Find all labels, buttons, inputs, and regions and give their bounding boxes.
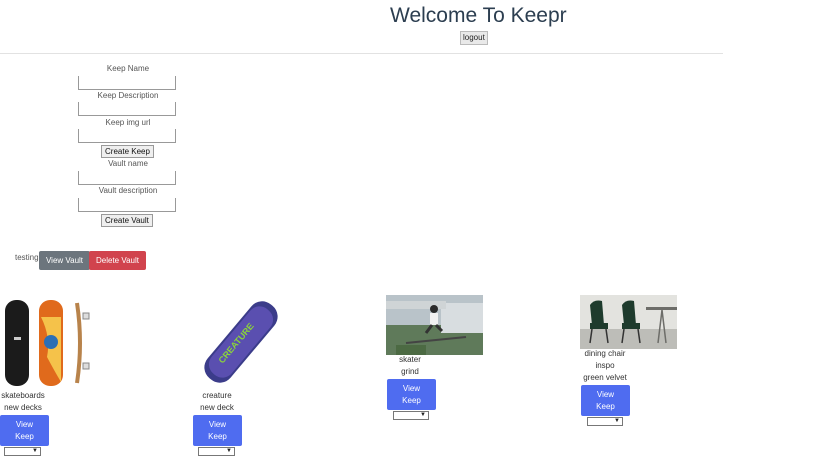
vault-description-label: Vault description bbox=[98, 186, 158, 195]
keep-name-input[interactable] bbox=[78, 76, 176, 90]
keep-description-input[interactable] bbox=[78, 102, 176, 116]
keep-description: grind bbox=[401, 367, 419, 376]
keep-name: creature bbox=[202, 391, 232, 400]
vault-select[interactable]: ▼ bbox=[393, 411, 429, 420]
caret-down-icon: ▼ bbox=[420, 412, 426, 418]
create-vault-button[interactable]: Create Vault bbox=[101, 214, 153, 227]
vault-name-input[interactable] bbox=[78, 171, 176, 185]
view-keep-button[interactable]: View Keep bbox=[193, 415, 242, 446]
header-divider bbox=[0, 53, 723, 54]
keep-img-input[interactable] bbox=[78, 129, 176, 143]
keep-description-label: Keep Description bbox=[97, 91, 159, 100]
view-vault-button[interactable]: View Vault bbox=[39, 251, 90, 270]
vault-select[interactable]: ▼ bbox=[198, 447, 235, 456]
keep-name: skateboards bbox=[1, 391, 45, 400]
caret-down-icon: ▼ bbox=[32, 448, 38, 454]
skater-grind-photo bbox=[386, 295, 483, 355]
keep-img-label: Keep img url bbox=[105, 118, 151, 127]
green-velvet-chairs-photo bbox=[580, 295, 677, 349]
keep-description: inspo bbox=[595, 361, 615, 370]
skateboard-decks-image bbox=[5, 300, 90, 386]
view-keep-button[interactable]: View Keep bbox=[581, 385, 630, 416]
vault-select[interactable]: ▼ bbox=[4, 447, 41, 456]
vault-name-label: Vault name bbox=[108, 159, 148, 168]
caret-down-icon: ▼ bbox=[614, 418, 620, 424]
keep-description: new decks bbox=[4, 403, 42, 412]
vault-select[interactable]: ▼ bbox=[587, 417, 623, 426]
create-keep-button[interactable]: Create Keep bbox=[101, 145, 154, 158]
caret-down-icon: ▼ bbox=[226, 448, 232, 454]
creature-skateboard-image: CREATURE bbox=[204, 301, 278, 383]
keep-extra: green velvet bbox=[583, 373, 627, 382]
view-keep-button[interactable]: View Keep bbox=[387, 379, 436, 410]
delete-vault-button[interactable]: Delete Vault bbox=[89, 251, 146, 270]
logout-button[interactable]: logout bbox=[460, 31, 488, 45]
keep-name: dining chair bbox=[584, 349, 626, 358]
page-title: Welcome To Keepr bbox=[390, 4, 567, 27]
vault-description-input[interactable] bbox=[78, 198, 176, 212]
keep-name-label: Keep Name bbox=[106, 64, 150, 73]
view-keep-button[interactable]: View Keep bbox=[0, 415, 49, 446]
vault-name: testing bbox=[15, 253, 39, 262]
keep-name: skater bbox=[399, 355, 421, 364]
keep-description: new deck bbox=[200, 403, 234, 412]
